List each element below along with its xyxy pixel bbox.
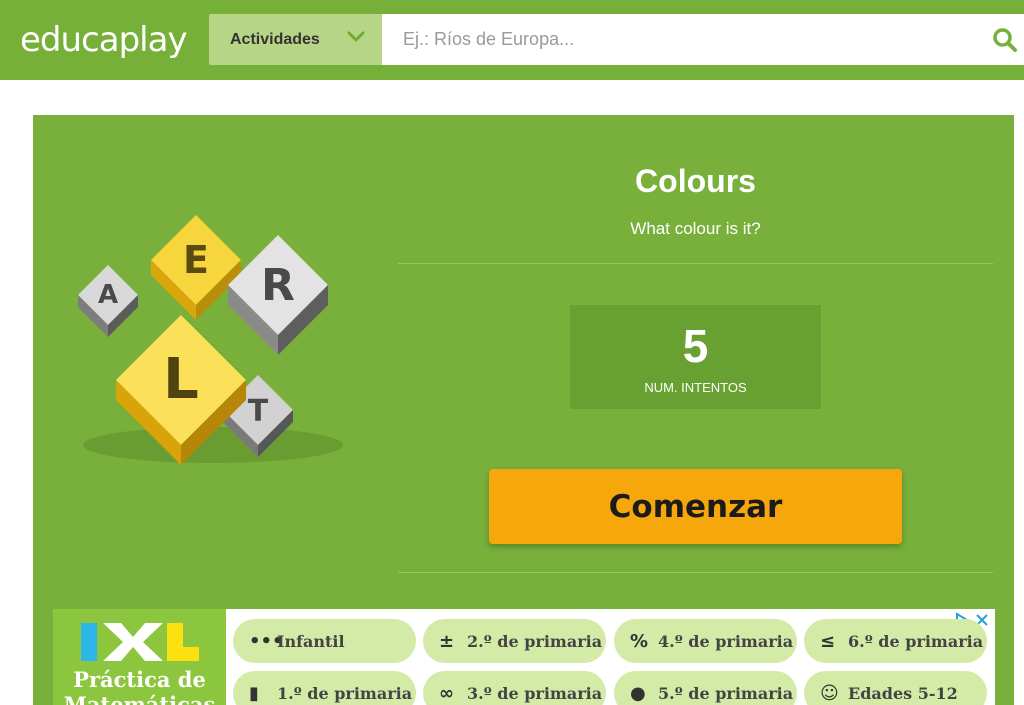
search-icon[interactable] [992,27,1018,53]
ad-pill[interactable]: ☺ Edades 5-12 [804,671,987,705]
svg-text:T: T [248,394,269,429]
ad-banner[interactable]: Práctica de Matemáticas ••• Infantil ± 2.… [53,609,995,705]
ad-pill-label: 4.º de primaria [658,631,794,651]
activities-dropdown-label: Actividades [230,31,320,48]
logo-part-2: play [118,20,188,60]
attempts-label: NUM. INTENTOS [644,380,747,395]
start-button[interactable]: Comenzar [489,469,902,544]
activity-subtitle: What colour is it? [630,219,761,238]
ad-pill[interactable]: ∞ 3.º de primaria [423,671,606,705]
percent-icon: % [630,630,649,652]
ad-logo-line-1: Práctica de [73,667,206,692]
top-nav-bar: educaplay Actividades [0,0,1024,80]
ad-pill-label: Edades 5-12 [848,683,958,703]
ad-pill[interactable]: ••• Infantil [233,619,416,663]
kids-icon: ☺ [820,682,839,704]
pencil-cup-icon: ▮ [249,682,259,704]
infinity-icon: ∞ [439,682,454,704]
activities-dropdown[interactable]: Actividades [209,14,382,65]
svg-text:A: A [98,280,118,310]
ad-pill-label: 1.º de primaria [277,683,413,703]
attempts-counter: 5 NUM. INTENTOS [570,305,821,409]
plus-minus-icon: ± [439,630,455,652]
dots-icon: ••• [249,630,284,652]
apple-icon: ● [630,682,646,704]
ad-pill[interactable]: ● 5.º de primaria [614,671,797,705]
ad-pill-label: 6.º de primaria [848,631,984,651]
search-bar [382,14,1024,65]
ad-logo-text: Práctica de Matemáticas [53,667,226,705]
logo-part-1: educa [20,20,120,60]
ixl-logo-icon [81,623,199,661]
educaplay-logo[interactable]: educaplay [20,20,188,60]
chevron-down-icon [347,31,365,42]
ad-pill[interactable]: % 4.º de primaria [614,619,797,663]
attempts-value: 5 [682,320,709,372]
svg-text:R: R [261,260,295,311]
activity-title: Colours [635,163,756,199]
svg-text:E: E [183,238,209,282]
alert-letters-illustration: A E R T L [78,215,343,465]
ad-logo-line-2: Matemáticas [63,692,216,705]
less-equal-icon: ≤ [820,630,836,652]
ad-pill[interactable]: ▮ 1.º de primaria [233,671,416,705]
ad-pill-label: 5.º de primaria [658,683,794,703]
search-input[interactable] [382,14,982,65]
ad-pill-label: 3.º de primaria [467,683,603,703]
ad-pill[interactable]: ± 2.º de primaria [423,619,606,663]
divider [398,263,993,264]
svg-text:L: L [163,347,199,412]
ad-pill[interactable]: ≤ 6.º de primaria [804,619,987,663]
ad-pill-label: Infantil [277,631,345,651]
ad-pill-label: 2.º de primaria [467,631,603,651]
divider [398,572,993,573]
ixl-ad-logo[interactable]: Práctica de Matemáticas [53,609,226,705]
